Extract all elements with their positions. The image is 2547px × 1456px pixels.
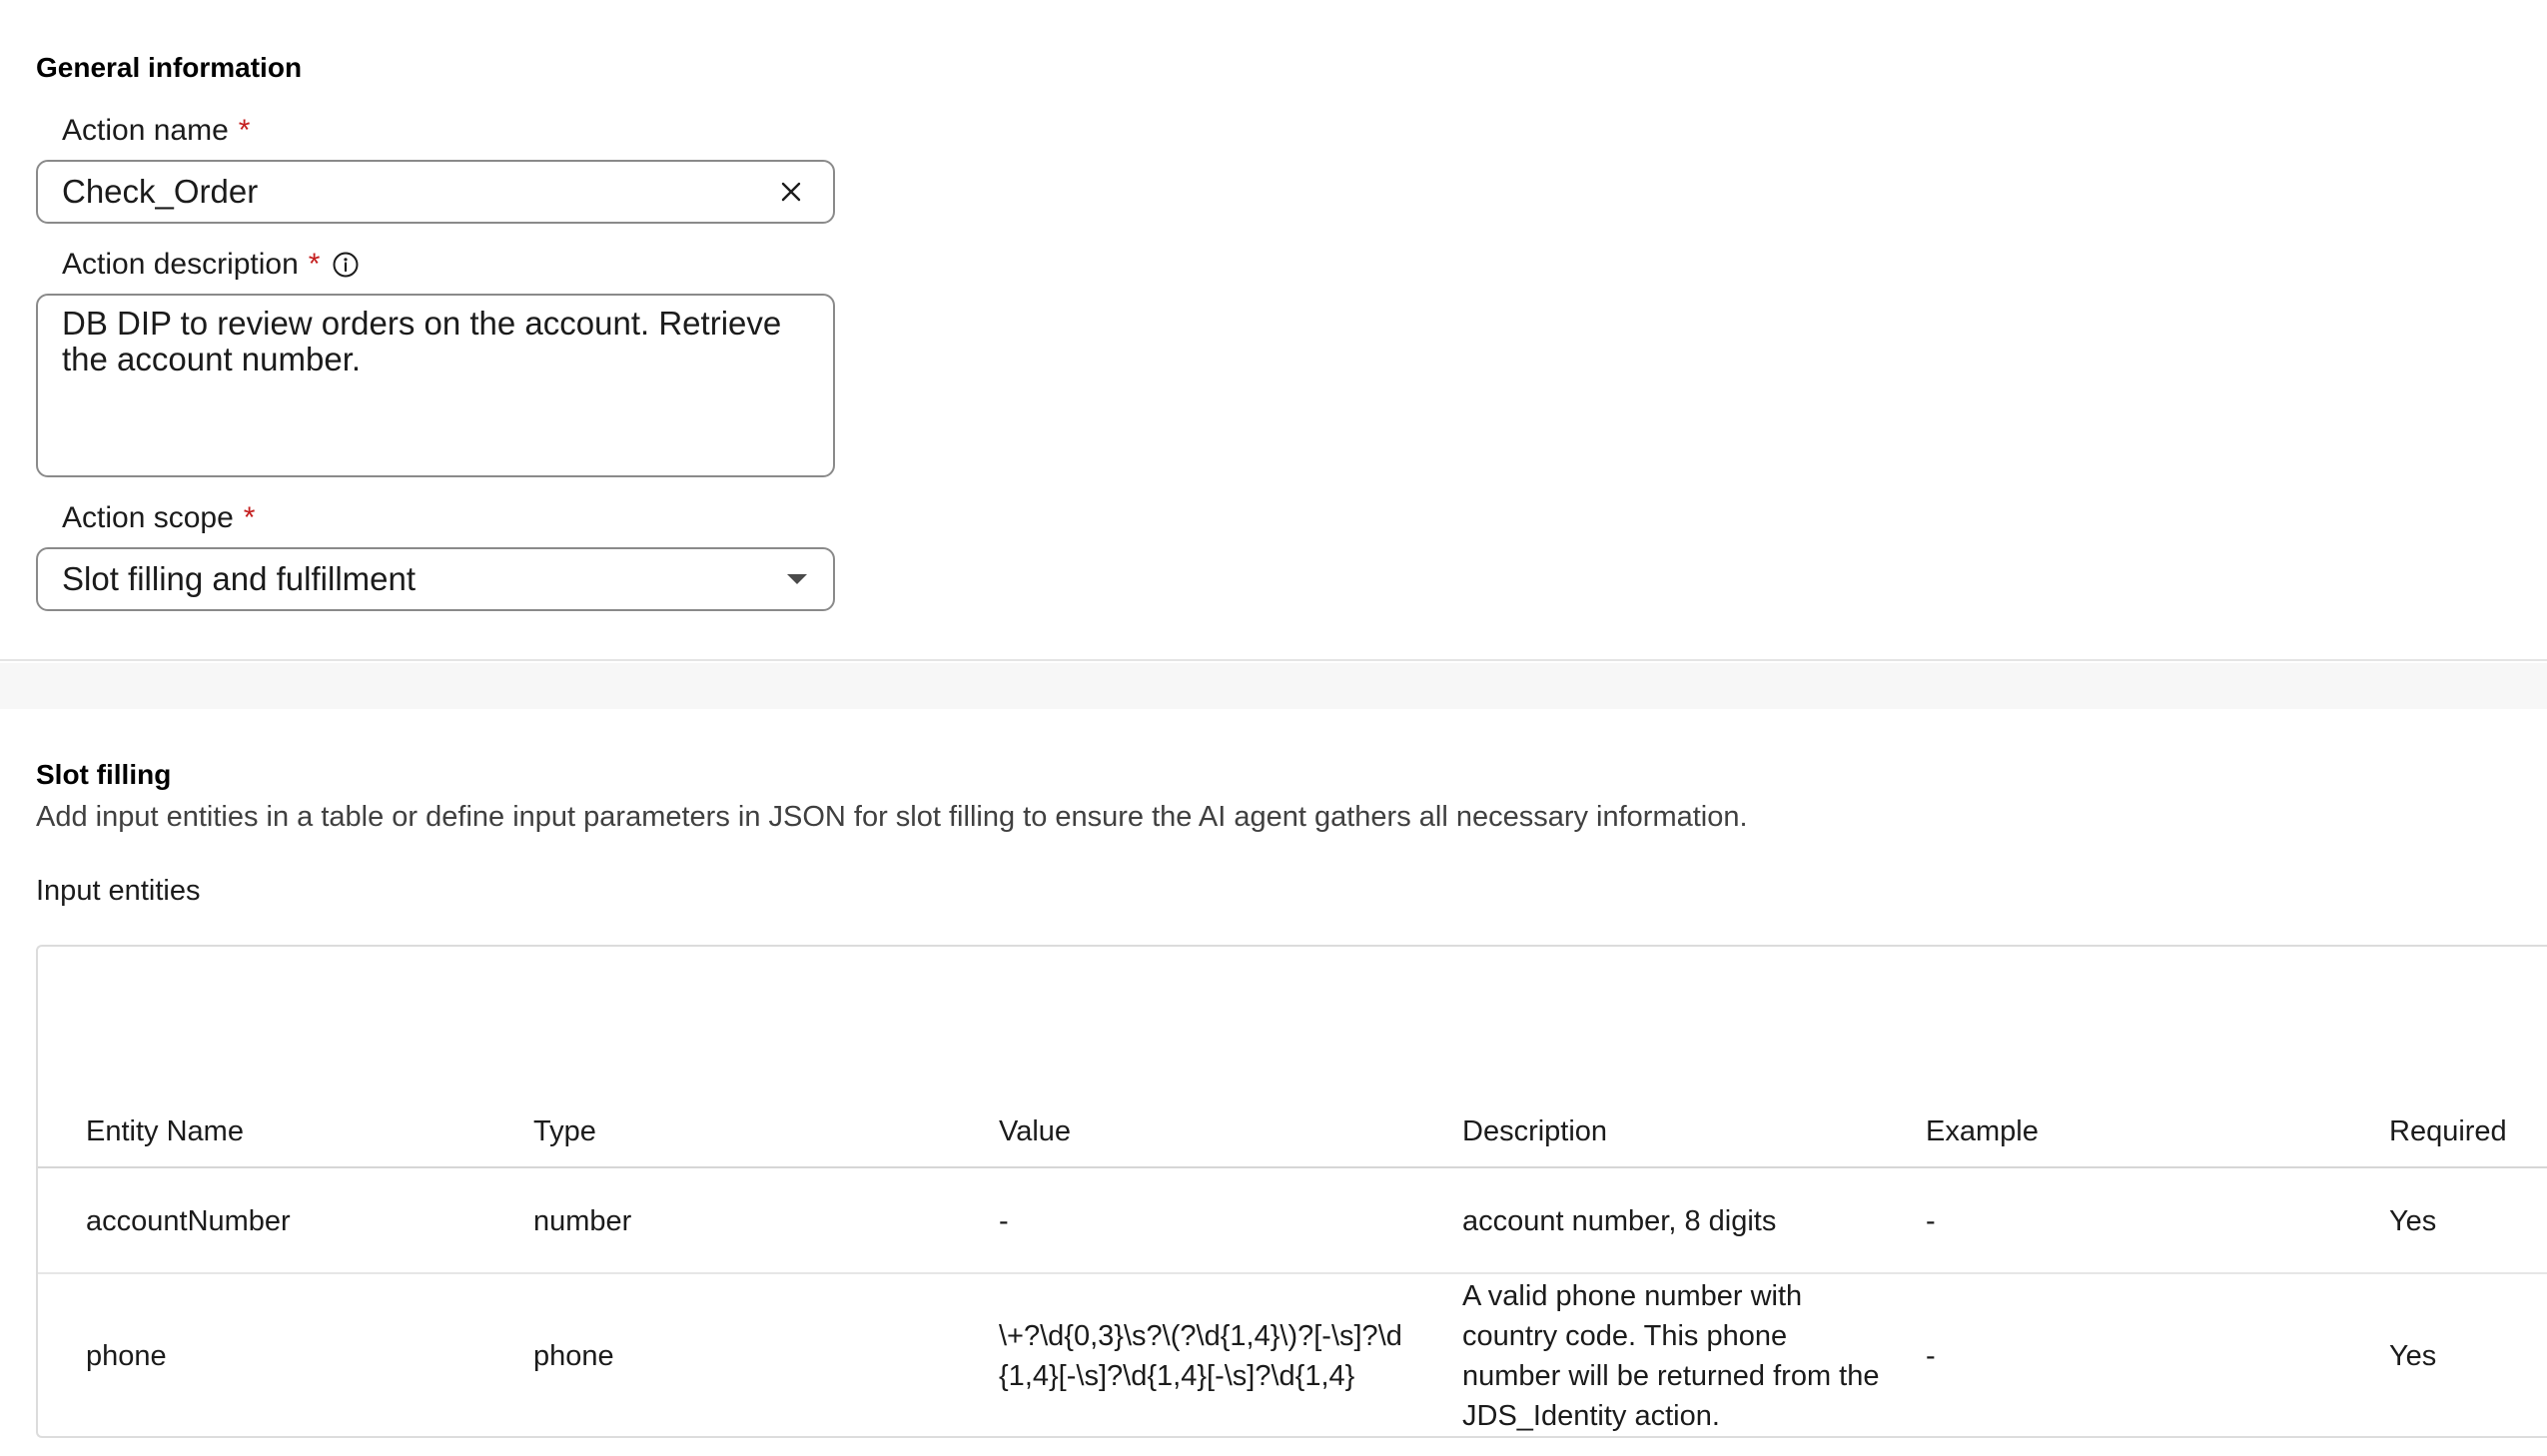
page: General information Action name * Action… — [0, 0, 2547, 1456]
action-name-field[interactable] — [36, 160, 835, 224]
cell-value: - — [999, 1205, 1009, 1237]
required-mark: * — [308, 248, 321, 281]
action-description-label: Action description * — [62, 248, 360, 282]
table-row[interactable]: accountNumber number - account number, 8… — [38, 1170, 2547, 1274]
action-description-label-text: Action description — [62, 248, 299, 281]
action-name-label: Action name * — [62, 114, 250, 148]
cell-description: account number, 8 digits — [1462, 1205, 1777, 1237]
table-toolbar — [38, 947, 2547, 1096]
chevron-down-icon[interactable] — [787, 574, 807, 584]
input-entities-table: Entity Name Type Value Description Examp… — [36, 945, 2547, 1438]
cell-required: Yes — [2389, 1205, 2437, 1237]
cell-example: - — [1926, 1205, 1936, 1237]
cell-entity-name: accountNumber — [86, 1205, 291, 1237]
cell-type: phone — [533, 1340, 614, 1372]
general-information-title: General information — [36, 52, 303, 83]
action-name-label-text: Action name — [62, 114, 229, 147]
cell-example: - — [1926, 1340, 1936, 1372]
section-divider-band — [0, 663, 2547, 709]
action-scope-label: Action scope * — [62, 501, 255, 535]
required-mark: * — [238, 114, 251, 147]
action-scope-select[interactable]: Slot filling and fulfillment — [36, 547, 835, 611]
column-header-required[interactable]: Required — [2389, 1111, 2507, 1151]
column-header-description[interactable]: Description — [1462, 1111, 1882, 1151]
action-scope-selected-value: Slot filling and fulfillment — [62, 560, 417, 597]
cell-description: A valid phone number with country code. … — [1462, 1280, 1880, 1432]
slot-filling-section: Slot filling Add input entities in a tab… — [0, 709, 2547, 1456]
close-icon[interactable] — [773, 174, 809, 210]
table-row[interactable]: phone phone \+?\d{0,3}\s?\(?\d{1,4}\)?[-… — [38, 1276, 2547, 1436]
column-header-type[interactable]: Type — [533, 1111, 596, 1151]
slot-filling-title: Slot filling — [36, 759, 172, 790]
column-header-entity-name[interactable]: Entity Name — [86, 1111, 244, 1151]
action-description-field[interactable]: DB DIP to review orders on the account. … — [36, 294, 835, 477]
action-scope-label-text: Action scope — [62, 501, 234, 534]
cell-required: Yes — [2389, 1340, 2437, 1372]
cell-type: number — [533, 1205, 632, 1237]
column-header-example[interactable]: Example — [1926, 1111, 2039, 1151]
required-mark: * — [243, 501, 256, 534]
slot-filling-description: Add input entities in a table or define … — [36, 801, 1748, 833]
action-name-input[interactable] — [62, 173, 773, 211]
general-information-section: General information Action name * Action… — [0, 0, 2547, 661]
cell-entity-name: phone — [86, 1340, 167, 1372]
input-entities-label: Input entities — [36, 875, 201, 907]
table-header-row: Entity Name Type Value Description Examp… — [38, 1096, 2547, 1168]
column-header-value[interactable]: Value — [999, 1111, 1418, 1151]
cell-value: \+?\d{0,3}\s?\(?\d{1,4}\)?[-\s]?\d{1,4}[… — [999, 1320, 1402, 1392]
info-icon[interactable] — [332, 251, 360, 279]
action-description-textarea[interactable]: DB DIP to review orders on the account. … — [62, 306, 809, 465]
